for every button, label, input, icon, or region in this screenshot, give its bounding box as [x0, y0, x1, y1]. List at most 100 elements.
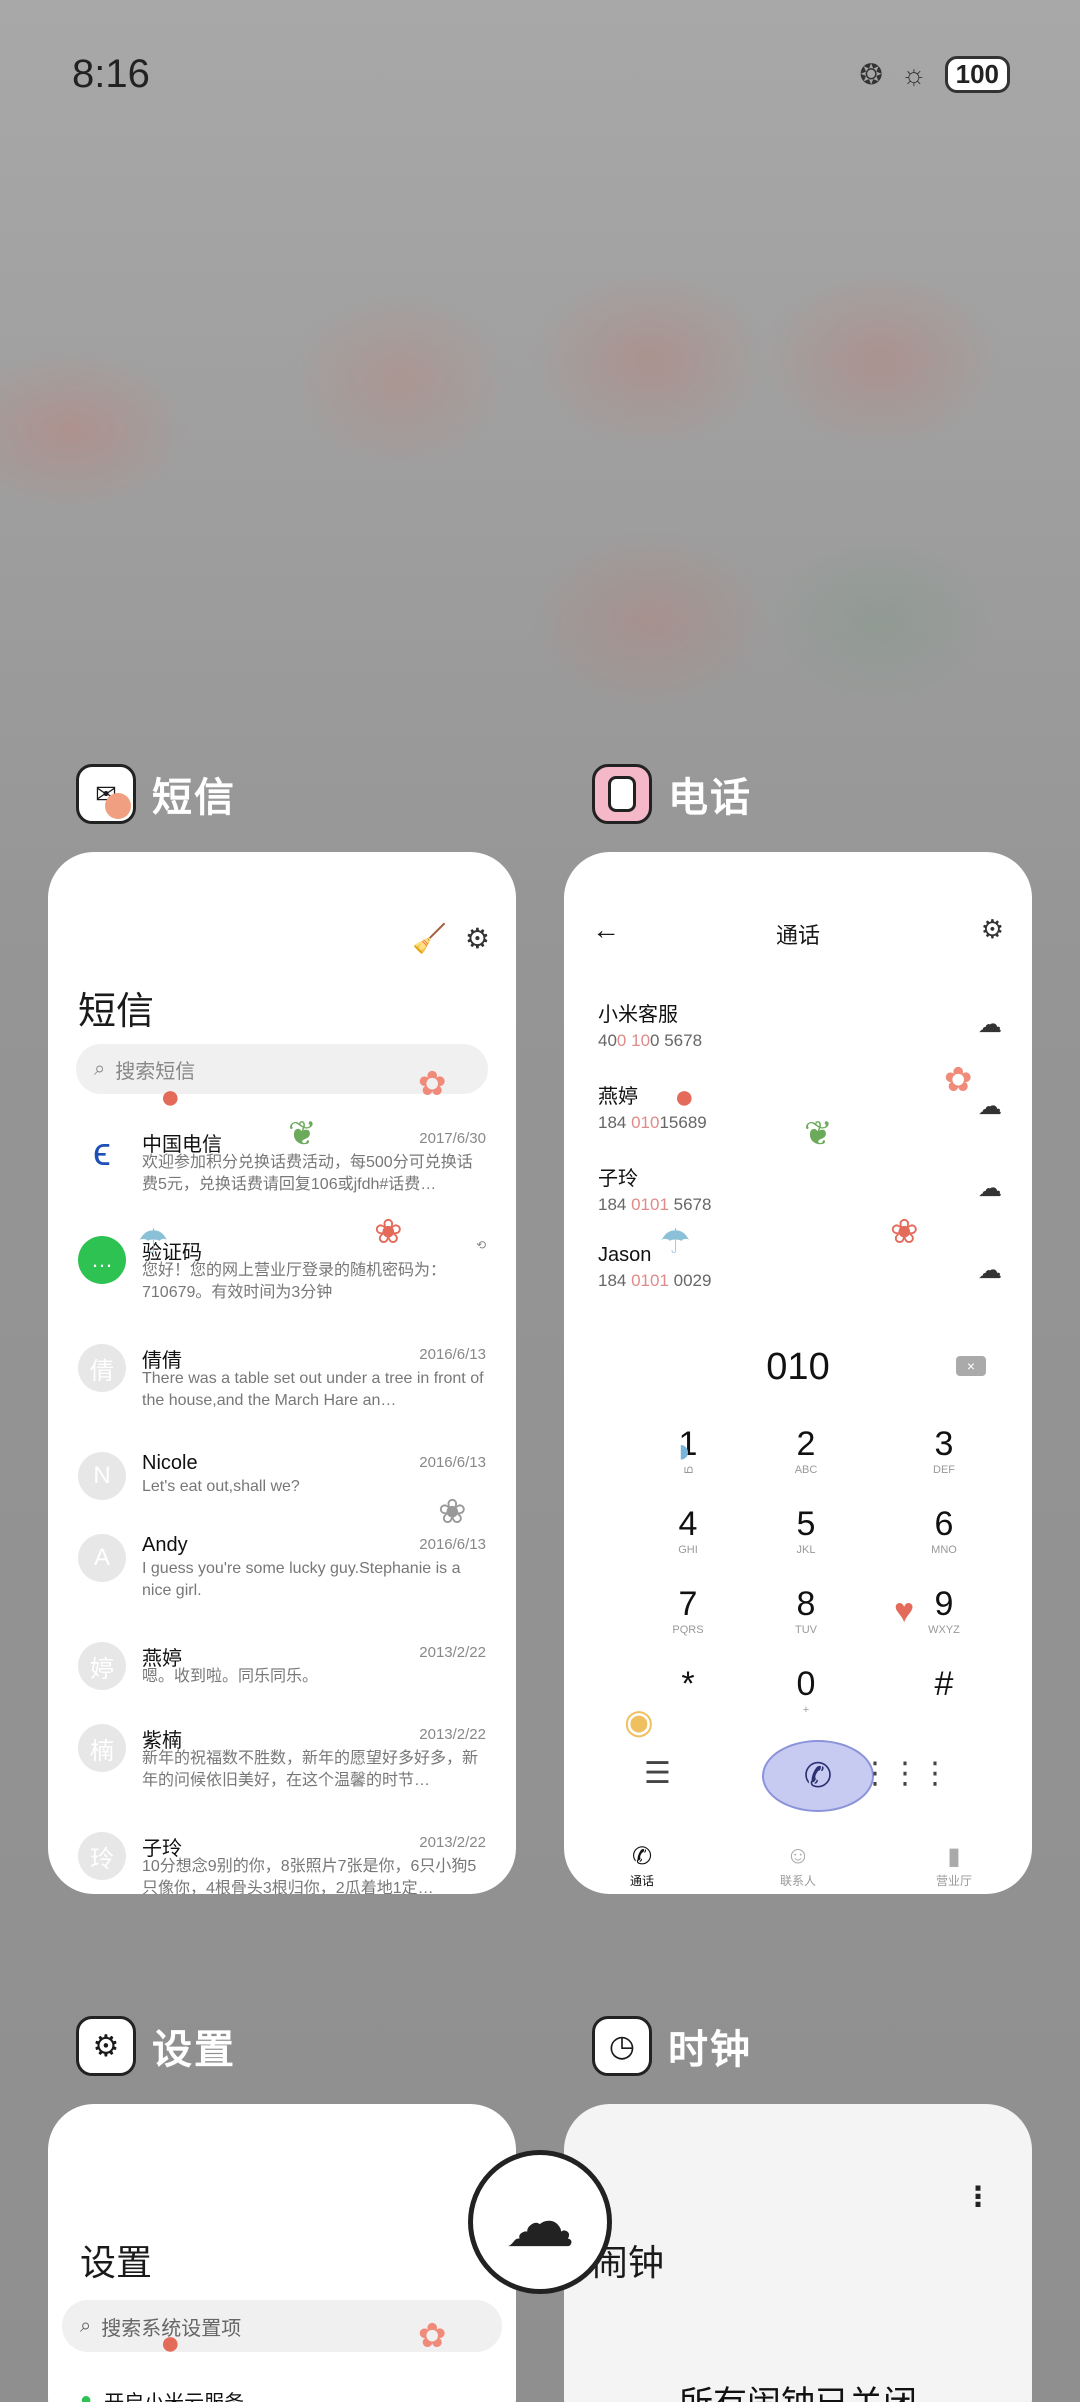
clock-recent-card[interactable]: ⋮ 闹钟 所有闹钟已关闭	[564, 2104, 1032, 2402]
dial-key-letters: DEF	[933, 1464, 955, 1476]
sms-app-header[interactable]: ✉ 短信	[76, 764, 236, 824]
umbrella-sticker-icon: ☂	[138, 1223, 169, 1261]
dial-key[interactable]: 8 TUV	[746, 1584, 866, 1654]
gear-icon[interactable]: ⚙	[465, 922, 490, 955]
dial-key-letters: GHI	[678, 1544, 698, 1556]
menu-icon[interactable]: ☰	[644, 1756, 671, 1791]
clock-empty-message: 所有闹钟已关闭	[564, 2376, 1032, 2402]
settings-app-name: 设置	[152, 2028, 236, 2072]
phone-recent-card[interactable]: ← 通话 ⚙ 小米客服 400 100 5678 ☁ 燕婷 184 010156…	[564, 852, 1032, 1894]
message-item[interactable]: A Andy 2016/6/13 I guess you're some luc…	[78, 1534, 486, 1614]
message-item[interactable]: 婷 燕婷 2013/2/22 嗯。收到啦。同乐同乐。	[78, 1642, 486, 1722]
tab-calls[interactable]: ✆ 通话	[592, 1842, 692, 1889]
cherry-sticker-icon: ❀	[890, 1213, 919, 1251]
balloon-sticker-icon: ◉	[624, 1703, 654, 1741]
contact-name: Jason	[598, 1244, 652, 1266]
dial-key-digit: 4	[678, 1505, 698, 1543]
message-item[interactable]: 楠 紫楠 2013/2/22 新年的祝福数不胜数，新年的愿望好多好多，新年的问候…	[78, 1724, 486, 1804]
message-preview: 新年的祝福数不胜数，新年的愿望好多好多，新年的问候依旧美好，在这个温馨的时节…	[142, 1750, 479, 1789]
heart-sticker-icon: ♥	[894, 1592, 915, 1630]
dial-key-digit: *	[681, 1665, 695, 1703]
call-action-icon[interactable]: ☁	[978, 1256, 1002, 1285]
sms-top-actions: 🧹 ⚙	[412, 922, 490, 955]
contact-name: 小米客服	[598, 1004, 678, 1026]
contact-number: 184 0101 0029	[598, 1271, 712, 1290]
sprout-sticker-icon: ❦	[288, 1115, 317, 1153]
message-preview: 10分想念9别的你，8张照片7张是你，6只小狗5只像你，4根骨头3根归你，2瓜着…	[142, 1858, 477, 1894]
avatar: 楠	[78, 1724, 126, 1772]
avatar: N	[78, 1452, 126, 1500]
phone-icon: ✆	[631, 1843, 653, 1870]
tab-contacts[interactable]: ☺ 联系人	[748, 1842, 848, 1889]
message-preview: Let's eat out,shall we?	[142, 1478, 300, 1495]
notification-icon: ❂	[859, 59, 883, 90]
backspace-icon[interactable]: ×	[956, 1356, 986, 1376]
dial-key[interactable]: 4 GHI	[628, 1504, 748, 1574]
avatar: 倩	[78, 1344, 126, 1392]
contact-row[interactable]: 小米客服 400 100 5678 ☁	[598, 998, 1002, 1058]
message-sender: Andy	[142, 1534, 188, 1556]
chat-bubble-icon: …	[78, 1236, 126, 1284]
call-action-icon[interactable]: ☁	[978, 1010, 1002, 1039]
tab-label: 通话	[629, 1874, 654, 1888]
tab-store[interactable]: ▮ 营业厅	[904, 1842, 1004, 1889]
more-options-icon[interactable]: ⋮	[964, 2180, 992, 2213]
avatar: A	[78, 1534, 126, 1582]
dial-key[interactable]: 7 PQRS	[628, 1584, 748, 1654]
apple-sticker-icon: ●	[160, 2324, 181, 2362]
message-date: 2013/2/22	[419, 1834, 486, 1851]
clean-icon[interactable]: 🧹	[412, 922, 447, 955]
message-preview: 欢迎参加积分兑换话费活动，每500分可兑换话费5元，兑换话费请回复106或jfd…	[142, 1154, 473, 1193]
settings-item-mi-cloud[interactable]: ● 开启小米云服务	[80, 2386, 244, 2402]
message-item[interactable]: 倩 倩倩 2016/6/13 There was a table set out…	[78, 1344, 486, 1424]
contact-row[interactable]: Jason 184 0101 0029 ☁	[598, 1244, 1002, 1304]
search-icon: ⌕	[94, 1057, 106, 1080]
clock-app-header[interactable]: ◷ 时钟	[592, 2016, 752, 2076]
message-item[interactable]: ϵ 中国电信 2017/6/30 欢迎参加积分兑换话费活动，每500分可兑换话费…	[78, 1128, 486, 1208]
apple-sticker-icon: ●	[160, 1078, 181, 1116]
dial-key-letters: +	[802, 1704, 810, 1716]
dial-key[interactable]: #	[884, 1664, 1004, 1734]
sms-recent-card[interactable]: 🧹 ⚙ 短信 ⌕ 搜索短信 ϵ 中国电信 2017/6/30 欢迎参加积分兑换话…	[48, 852, 516, 1894]
contact-number: 400 100 5678	[598, 1031, 703, 1050]
keypad-toggle-icon[interactable]: ⋮⋮⋮	[860, 1756, 950, 1791]
contact-row[interactable]: 燕婷 184 01015689 ☁	[598, 1080, 1002, 1140]
call-action-icon[interactable]: ☁	[978, 1174, 1002, 1203]
status-icons: ❂ ☼ 100	[859, 56, 1010, 93]
sync-icon: ⟲	[475, 1238, 486, 1252]
phone-app-icon	[592, 764, 652, 824]
dial-key[interactable]: 5 JKL	[746, 1504, 866, 1574]
dial-key[interactable]: 6 MNO	[884, 1504, 1004, 1574]
call-button[interactable]: ✆	[762, 1740, 874, 1812]
contact-name: 燕婷	[598, 1086, 638, 1108]
tab-label: 联系人	[779, 1874, 816, 1888]
settings-recent-card[interactable]: 设置 ⌕ 搜索系统设置项 ● 开启小米云服务 ● ✿	[48, 2104, 516, 2402]
cloud-icon: ●	[80, 2389, 93, 2402]
gear-icon[interactable]: ⚙	[981, 914, 1004, 945]
message-preview: There was a table set out under a tree i…	[142, 1370, 484, 1409]
contacts-icon: ☺	[785, 1842, 811, 1869]
dial-key-digit: #	[934, 1665, 954, 1703]
message-date: 2013/2/22	[419, 1644, 486, 1661]
tab-label: 营业厅	[935, 1874, 972, 1888]
dial-key[interactable]: 0 +	[746, 1664, 866, 1734]
dial-key-digit: 3	[934, 1425, 954, 1463]
settings-app-header[interactable]: ⚙ 设置	[76, 2016, 236, 2076]
dial-key[interactable]: 2 ABC	[746, 1424, 866, 1494]
call-action-icon[interactable]: ☁	[978, 1092, 1002, 1121]
flower-sticker-icon: ✿	[944, 1061, 973, 1099]
contact-row[interactable]: 子玲 184 0101 5678 ☁	[598, 1162, 1002, 1222]
cloud-clear-icon: ☁	[505, 2183, 575, 2261]
message-item[interactable]: N Nicole 2016/6/13 Let's eat out,shall w…	[78, 1452, 486, 1532]
message-item[interactable]: 玲 子玲 2013/2/22 10分想念9别的你，8张照片7张是你，6只小狗5只…	[78, 1832, 486, 1894]
phone-app-name: 电话	[668, 776, 752, 820]
clear-all-button[interactable]: ☁	[468, 2150, 612, 2294]
dial-key-digit: 6	[934, 1505, 954, 1543]
dial-key[interactable]: 3 DEF	[884, 1424, 1004, 1494]
dial-key-letters: JKL	[796, 1544, 816, 1556]
telecom-logo-icon: ϵ	[78, 1128, 126, 1176]
phone-icon: ✆	[803, 1757, 833, 1795]
phone-app-header[interactable]: 电话	[592, 764, 752, 824]
contact-number: 184 01015689	[598, 1113, 707, 1132]
dial-key-digit: 2	[796, 1425, 816, 1463]
